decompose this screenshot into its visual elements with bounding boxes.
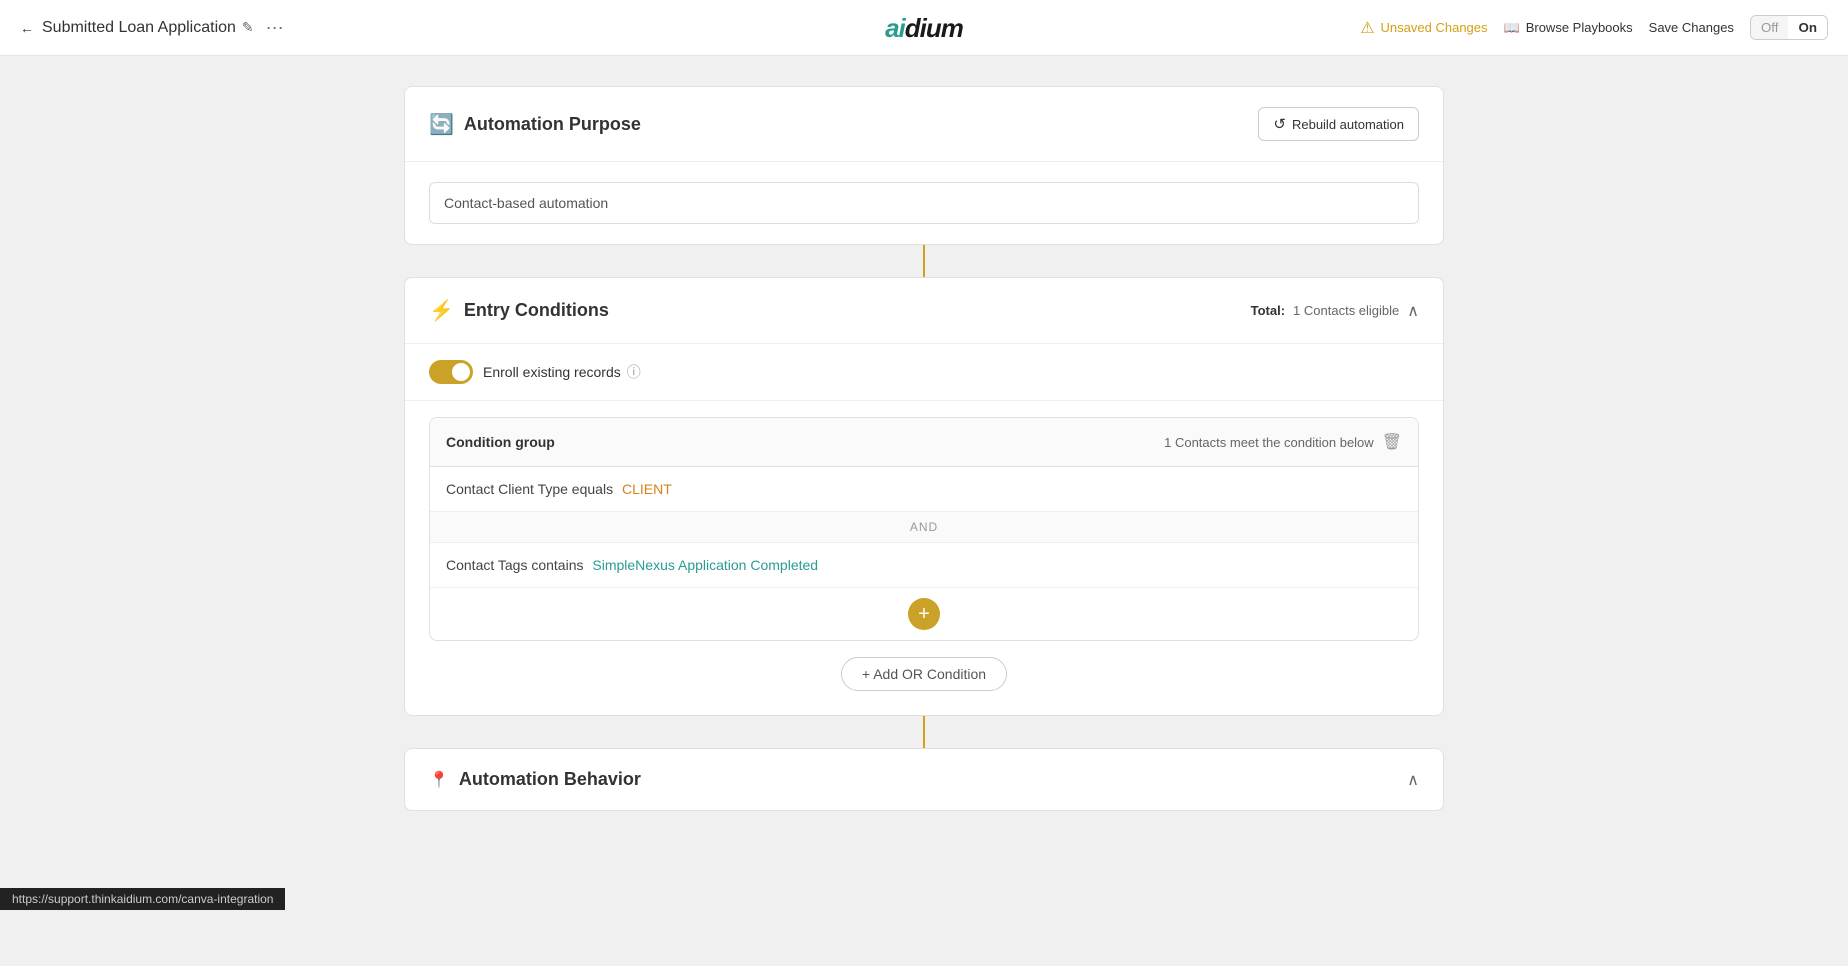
rebuild-icon: ↺ [1273,115,1286,133]
behavior-title-label: Automation Behavior [459,769,641,790]
condition-2-prefix: Contact Tags contains [446,557,584,573]
unsaved-label: Unsaved Changes [1381,20,1488,35]
page-title: Submitted Loan Application [42,19,236,37]
off-toggle-button[interactable]: Off [1751,16,1789,39]
status-url: https://support.thinkaidium.com/canva-in… [12,892,273,906]
back-button[interactable]: ← [20,20,34,36]
info-icon: ⓘ [627,362,641,382]
on-label: On [1798,20,1817,35]
entry-icon: ⚡ [429,298,454,323]
add-condition-button[interactable]: + [908,598,940,630]
off-label: Off [1761,20,1779,35]
save-label: Save Changes [1649,20,1734,35]
enroll-existing-row: Enroll existing records ⓘ [405,344,1443,401]
save-changes-button[interactable]: Save Changes [1649,20,1734,35]
add-condition-container: + [430,588,1418,640]
nav-right: ⚠ Unsaved Changes 📖 Browse Playbooks Sav… [1360,15,1828,40]
rebuild-label: Rebuild automation [1292,117,1404,132]
plus-icon: + [918,603,930,626]
behavior-collapse-button[interactable]: ∧ [1407,770,1419,790]
total-label: Total: [1251,303,1285,318]
add-or-condition-button[interactable]: + Add OR Condition [841,657,1007,691]
condition-1-prefix: Contact Client Type equals [446,481,613,497]
condition-2-value: SimpleNexus Application Completed [592,557,818,573]
entry-title-label: Entry Conditions [464,300,609,321]
automation-purpose-title: 🔄 Automation Purpose [429,112,641,137]
condition-meta-text: 1 Contacts meet the condition below [1164,435,1374,450]
connector-line-2 [923,716,925,748]
on-off-toggle[interactable]: Off On [1750,15,1828,40]
condition-1-value: CLIENT [622,481,672,497]
unsaved-changes-indicator: ⚠ Unsaved Changes [1360,18,1487,38]
entry-conditions-header: ⚡ Entry Conditions Total: 1 Contacts eli… [405,278,1443,344]
condition-group-title: Condition group [446,434,555,450]
condition-group-header: Condition group 1 Contacts meet the cond… [430,418,1418,467]
edit-icon[interactable]: ✎ [242,19,254,36]
total-value: 1 Contacts eligible [1293,303,1399,318]
automation-purpose-label: Automation Purpose [464,114,641,135]
automation-purpose-header: 🔄 Automation Purpose ↺ Rebuild automatio… [405,87,1443,162]
automation-behavior-card: 📍 Automation Behavior ∧ [404,748,1444,811]
on-toggle-button[interactable]: On [1788,16,1827,39]
main-content: 🔄 Automation Purpose ↺ Rebuild automatio… [0,56,1848,841]
and-label: AND [910,520,938,534]
condition-row-1[interactable]: Contact Client Type equals CLIENT [430,467,1418,512]
collapse-button[interactable]: ∧ [1407,301,1419,321]
top-nav: ← Submitted Loan Application ✎ ··· aidiu… [0,0,1848,56]
condition-row-2[interactable]: Contact Tags contains SimpleNexus Applic… [430,543,1418,588]
enroll-text: Enroll existing records [483,364,621,380]
entry-conditions-card: ⚡ Entry Conditions Total: 1 Contacts eli… [404,277,1444,716]
automation-type-input[interactable] [429,182,1419,224]
book-icon: 📖 [1504,20,1520,36]
browse-playbooks-button[interactable]: 📖 Browse Playbooks [1504,20,1633,36]
rebuild-automation-button[interactable]: ↺ Rebuild automation [1258,107,1419,141]
enroll-label: Enroll existing records ⓘ [483,362,641,382]
enroll-toggle[interactable] [429,360,473,384]
connector-line-1 [923,245,925,277]
entry-conditions-title: ⚡ Entry Conditions [429,298,609,323]
browse-label: Browse Playbooks [1526,20,1633,35]
condition-group-box: Condition group 1 Contacts meet the cond… [429,417,1419,641]
condition-group-container: Condition group 1 Contacts meet the cond… [405,417,1443,715]
automation-behavior-header: 📍 Automation Behavior ∧ [405,749,1443,810]
automation-icon: 🔄 [429,112,454,137]
status-bar: https://support.thinkaidium.com/canva-in… [0,888,285,910]
app-logo: aidium [885,12,963,44]
total-badge: Total: 1 Contacts eligible ∧ [1251,301,1419,321]
delete-condition-group-button[interactable]: 🗑 [1382,432,1402,452]
page-title-group: Submitted Loan Application ✎ [42,19,254,37]
automation-behavior-title: 📍 Automation Behavior [429,769,641,790]
condition-group-meta: 1 Contacts meet the condition below 🗑 [1164,432,1402,452]
more-options-button[interactable]: ··· [266,17,284,38]
back-arrow-icon: ← [20,20,34,36]
more-icon: ··· [266,17,284,37]
add-or-label: + Add OR Condition [862,666,986,682]
warning-icon: ⚠ [1360,18,1374,38]
automation-purpose-body [405,162,1443,244]
and-divider: AND [430,512,1418,543]
behavior-icon: 📍 [429,770,449,790]
automation-purpose-card: 🔄 Automation Purpose ↺ Rebuild automatio… [404,86,1444,245]
